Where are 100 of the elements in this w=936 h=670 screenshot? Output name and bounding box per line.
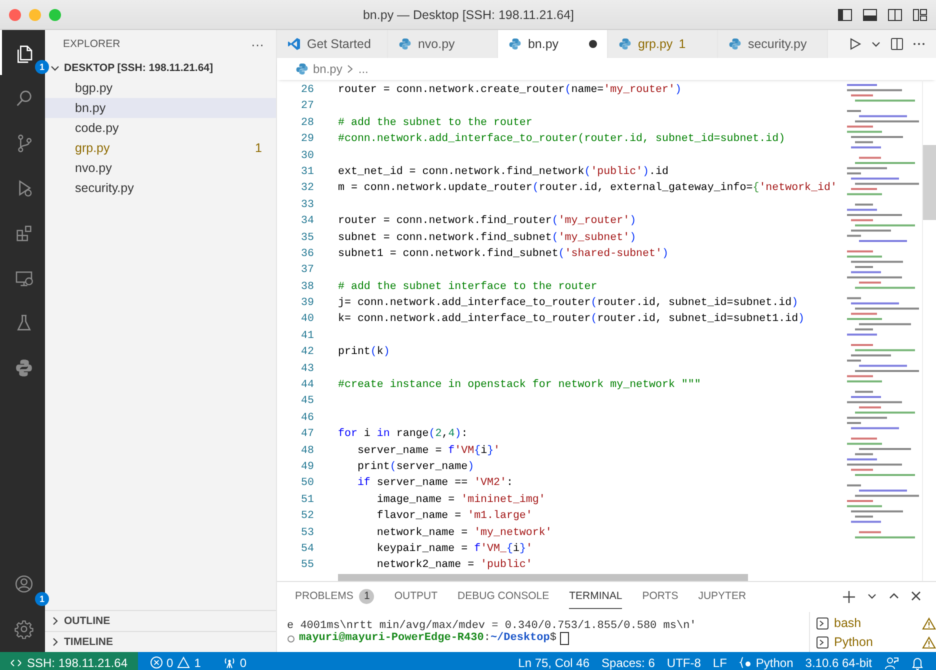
panel-tab[interactable]: PORTS: [642, 584, 678, 610]
code-line: for i in range(2,4):: [338, 427, 468, 442]
breadcrumb-item[interactable]: ...: [358, 62, 368, 76]
file-icon: [728, 37, 742, 51]
file-icon: [398, 37, 412, 51]
status-item[interactable]: UTF-8: [660, 656, 707, 670]
warning-icon: [922, 636, 936, 649]
warning-icon: [177, 656, 190, 670]
sidebar-toggle-icon[interactable]: [837, 6, 853, 22]
terminal-item[interactable]: Python: [816, 632, 936, 652]
code-line: print(server_name): [356, 460, 474, 475]
editor-tab[interactable]: security.py: [718, 30, 828, 58]
editor-tab[interactable]: Get Started: [277, 30, 388, 58]
code-line: m = conn.network.update_router(router.id, external_gateway_info={'network_id': [338, 181, 837, 196]
section-header[interactable]: OUTLINE: [45, 610, 276, 631]
line-number: 32: [300, 181, 315, 196]
problems-button[interactable]: 0 1: [144, 656, 207, 670]
warning-icon: [922, 616, 936, 630]
line-number: 47: [300, 427, 315, 442]
line-number: 30: [300, 148, 315, 164]
status-item[interactable]: 3.10.6 64-bit: [799, 656, 878, 670]
braces-icon: [738, 656, 752, 670]
line-number: 51: [300, 492, 315, 508]
editor-tab[interactable]: nvo.py: [388, 30, 498, 58]
file-item[interactable]: nvo.py: [45, 158, 276, 178]
line-number: 50: [300, 476, 315, 492]
line-number: 36: [300, 246, 315, 262]
feedback-icon[interactable]: [884, 656, 899, 670]
code-line: subnet = conn.network.find_subnet('my_subnet'): [338, 230, 636, 246]
code-line: k= conn.network.add_interface_to_router(router.id, subnet_id=subnet1.id): [338, 312, 805, 328]
code-line: subnet1 = conn.network.find_subnet('shared-subnet'): [338, 246, 668, 262]
ports-button[interactable]: 0: [216, 656, 253, 670]
breadcrumb-item[interactable]: bn.py: [313, 62, 342, 76]
code-line: keypair_name = f'VM_{i}': [376, 542, 532, 557]
line-number: 34: [300, 214, 315, 230]
panel-toggle-icon[interactable]: [862, 6, 878, 22]
line-number: 26: [300, 83, 315, 98]
line-number: 54: [300, 542, 315, 557]
bell-icon[interactable]: [911, 656, 924, 670]
circle-icon: [287, 634, 295, 643]
terminal-item[interactable]: bash: [816, 614, 936, 633]
run-icon[interactable]: [848, 37, 862, 51]
line-number: 48: [300, 444, 315, 459]
panel-tab[interactable]: OUTPUT: [394, 584, 438, 610]
split-layout-icon[interactable]: [887, 6, 903, 22]
blocks-icon[interactable]: [14, 222, 34, 242]
snake-logo-icon[interactable]: [14, 358, 34, 378]
language-button[interactable]: Python: [732, 656, 800, 670]
status-item[interactable]: Spaces: 6: [596, 656, 661, 670]
file-item[interactable]: security.py: [45, 178, 276, 198]
remote-button[interactable]: SSH: 198.11.21.64: [0, 652, 138, 670]
account-icon[interactable]: [14, 574, 34, 594]
line-number: 40: [300, 312, 315, 328]
layout-icon[interactable]: [912, 6, 928, 22]
line-number: 39: [300, 296, 315, 312]
file-item[interactable]: bgp.py: [45, 78, 276, 98]
terminal-output: e 4001ms\nrtt min/avg/max/mdev = 0.340/0.753/1.855/0.580 ms\n': [287, 620, 698, 632]
file-icon: [618, 37, 632, 51]
plus-icon[interactable]: [842, 590, 856, 604]
count-badge: 1: [35, 592, 49, 606]
vscode-logo-icon: [287, 37, 301, 51]
split-editor-icon[interactable]: [890, 37, 904, 51]
close-icon[interactable]: [910, 590, 922, 602]
file-item[interactable]: code.py: [45, 118, 276, 138]
line-number: 35: [300, 230, 315, 246]
panel-tab[interactable]: JUPYTER: [698, 584, 746, 610]
code-line: #create instance in openstack for network my_network """: [338, 378, 701, 394]
line-number: 55: [300, 558, 315, 574]
line-number: 46: [300, 410, 315, 426]
line-number: 42: [300, 345, 315, 360]
code-line: image_name = 'mininet_img': [376, 492, 546, 508]
code-line: router = conn.network.create_router(name='my_router'): [338, 83, 682, 98]
count-badge: 1: [35, 60, 49, 74]
line-number: 41: [300, 328, 315, 344]
line-number: 37: [300, 263, 315, 278]
panel-tab[interactable]: TERMINAL: [569, 584, 622, 610]
terminal-prompt: mayuri@mayuri-PowerEdge-R430:~/Desktop$: [299, 632, 556, 645]
file-item[interactable]: bn.py: [45, 98, 276, 118]
status-item[interactable]: Ln 75, Col 46: [512, 656, 596, 670]
line-number: 29: [300, 132, 315, 148]
code-line: network_name = 'my_network': [376, 526, 552, 541]
status-item[interactable]: LF: [706, 656, 733, 670]
line-number: 27: [300, 99, 315, 114]
settings-icon[interactable]: [14, 619, 34, 640]
terminal-icon: [816, 636, 829, 649]
horizontal-scrollbar[interactable]: [338, 574, 748, 581]
file-item[interactable]: grp.py 1: [45, 138, 276, 158]
remote-icon: [10, 656, 22, 669]
line-number: 45: [300, 394, 315, 410]
code-line: #conn.network.add_interface_to_router(router.id, subnet_id=subnet.id): [338, 132, 786, 148]
chevron-icon: [346, 64, 354, 74]
panel-tab[interactable]: PROBLEMS 1: [295, 582, 374, 611]
scrollbar-thumb[interactable]: [923, 145, 936, 220]
more-button[interactable]: ···: [249, 36, 266, 52]
editor-tab[interactable]: grp.py 1: [608, 30, 718, 58]
panel-tab[interactable]: DEBUG CONSOLE: [458, 584, 550, 610]
line-number: 31: [300, 164, 315, 180]
code-line: router = conn.network.find_router('my_router'): [338, 214, 636, 230]
editor-tab[interactable]: bn.py: [498, 30, 608, 58]
terminal-cursor: [560, 632, 570, 646]
